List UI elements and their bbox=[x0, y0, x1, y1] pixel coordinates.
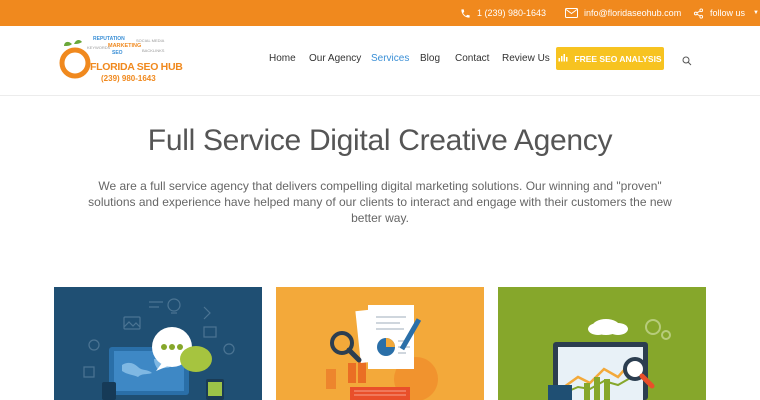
nav-blog[interactable]: Blog bbox=[420, 53, 440, 64]
phone-number: 1 (239) 980-1643 bbox=[477, 8, 547, 18]
tag-cloud-word: BACKLINKS bbox=[142, 48, 165, 53]
hero-title: Full Service Digital Creative Agency bbox=[147, 124, 613, 157]
search-icon[interactable] bbox=[682, 53, 692, 71]
service-card-analytics[interactable] bbox=[276, 287, 484, 400]
top-bar: 1 (239) 980-1643 info@floridaseohub.com … bbox=[0, 0, 760, 26]
analytics-illustration bbox=[326, 305, 438, 400]
logo-brand-text: FLORIDA SEO HUB bbox=[90, 61, 183, 73]
free-seo-analysis-button[interactable]: FREE SEO ANALYSIS bbox=[556, 47, 664, 70]
mail-icon bbox=[565, 8, 578, 18]
follow-us-label: follow us bbox=[710, 8, 746, 18]
social-media-illustration bbox=[83, 298, 235, 400]
nav-services[interactable]: Services bbox=[371, 53, 409, 64]
service-card-seo[interactable] bbox=[498, 287, 706, 400]
topbar-email[interactable]: info@floridaseohub.com bbox=[565, 0, 681, 26]
service-card-social[interactable] bbox=[54, 287, 262, 400]
tag-cloud-word: SOCIAL MEDIA bbox=[136, 38, 165, 43]
logo[interactable]: REPUTATION MARKETING SEO SOCIAL MEDIA KE… bbox=[58, 34, 183, 90]
tag-cloud-word: KEYWORDS bbox=[87, 45, 111, 50]
topbar-phone[interactable]: 1 (239) 980-1643 bbox=[460, 0, 546, 26]
nav-home[interactable]: Home bbox=[269, 53, 296, 64]
tag-cloud-word: REPUTATION bbox=[93, 36, 125, 42]
nav-review-us[interactable]: Review Us bbox=[502, 53, 550, 64]
follow-us-dropdown[interactable]: follow us ▼ bbox=[693, 0, 759, 26]
tag-cloud-word: SEO bbox=[112, 50, 123, 56]
chart-icon bbox=[558, 53, 568, 64]
phone-icon bbox=[460, 8, 471, 19]
chevron-down-icon: ▼ bbox=[753, 10, 759, 16]
nav-our-agency[interactable]: Our Agency bbox=[309, 53, 361, 64]
nav-contact[interactable]: Contact bbox=[455, 53, 489, 64]
email-address: info@floridaseohub.com bbox=[584, 8, 682, 18]
seo-illustration bbox=[548, 319, 671, 400]
hero-description: We are a full service agency that delive… bbox=[88, 179, 672, 225]
tag-cloud-word: MARKETING bbox=[108, 43, 142, 49]
share-icon bbox=[693, 7, 704, 19]
logo-phone-text: (239) 980-1643 bbox=[101, 74, 156, 83]
cta-label: FREE SEO ANALYSIS bbox=[574, 53, 662, 64]
site-header: REPUTATION MARKETING SEO SOCIAL MEDIA KE… bbox=[0, 26, 760, 96]
